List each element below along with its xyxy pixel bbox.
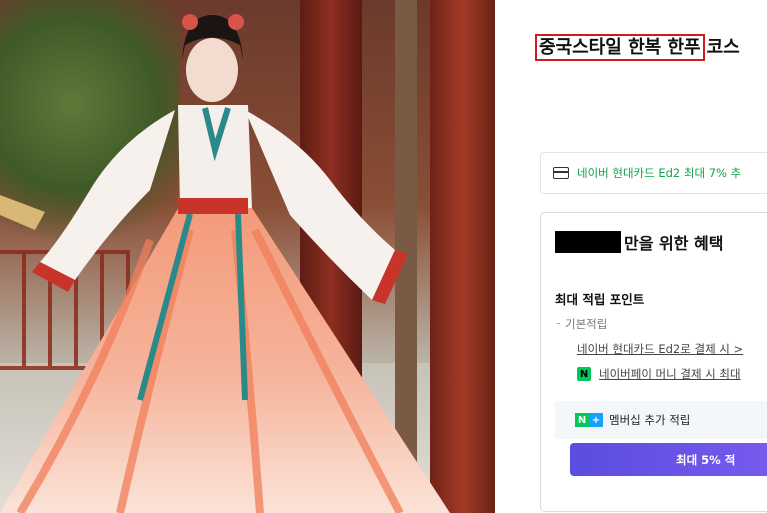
- points-title: 최대 적립 포인트: [555, 292, 645, 307]
- plus-icon: +: [589, 413, 603, 427]
- card-promo-text: 네이버 현대카드 Ed2 최대 7% 추: [577, 166, 742, 180]
- benefit-title: 만을 위한 혜택: [624, 234, 724, 253]
- npay-money-link[interactable]: 네이버페이 머니 결제 시 최대: [599, 366, 741, 382]
- product-title: 중국스타일 한복 한푸 코스: [535, 33, 740, 61]
- card-promo-notice[interactable]: 네이버 현대카드 Ed2 최대 7% 추: [540, 152, 767, 194]
- npay-row[interactable]: N 네이버페이 머니 결제 시 최대: [577, 366, 741, 382]
- benefit-box: 만을 위한 혜택 최대 적립 포인트 기본적립 네이버 현대카드 Ed2로 결제…: [540, 212, 767, 512]
- model-figure: [0, 14, 450, 513]
- redacted-name: [555, 231, 621, 253]
- product-title-highlight: 중국스타일 한복 한푸: [535, 34, 705, 61]
- product-photo: [0, 0, 495, 513]
- membership-text: 멤버십 추가 적립: [609, 413, 691, 427]
- naver-plus-icon: N +: [575, 413, 603, 427]
- product-title-rest: 코스: [706, 37, 740, 58]
- naver-pay-icon: N: [577, 367, 591, 381]
- max-points-button[interactable]: 최대 5% 적: [570, 443, 767, 476]
- credit-card-icon: [553, 167, 569, 179]
- naver-n-icon: N: [575, 413, 589, 427]
- benefit-header: 만을 위한 혜택: [555, 230, 723, 254]
- product-info-panel: 중국스타일 한복 한푸 코스 네이버 현대카드 Ed2 최대 7% 추 만을 위한…: [495, 0, 767, 513]
- card-payment-link[interactable]: 네이버 현대카드 Ed2로 결제 시 >: [577, 341, 743, 357]
- base-points-label: 기본적립: [556, 317, 608, 331]
- membership-row[interactable]: N + 멤버십 추가 적립: [555, 401, 767, 439]
